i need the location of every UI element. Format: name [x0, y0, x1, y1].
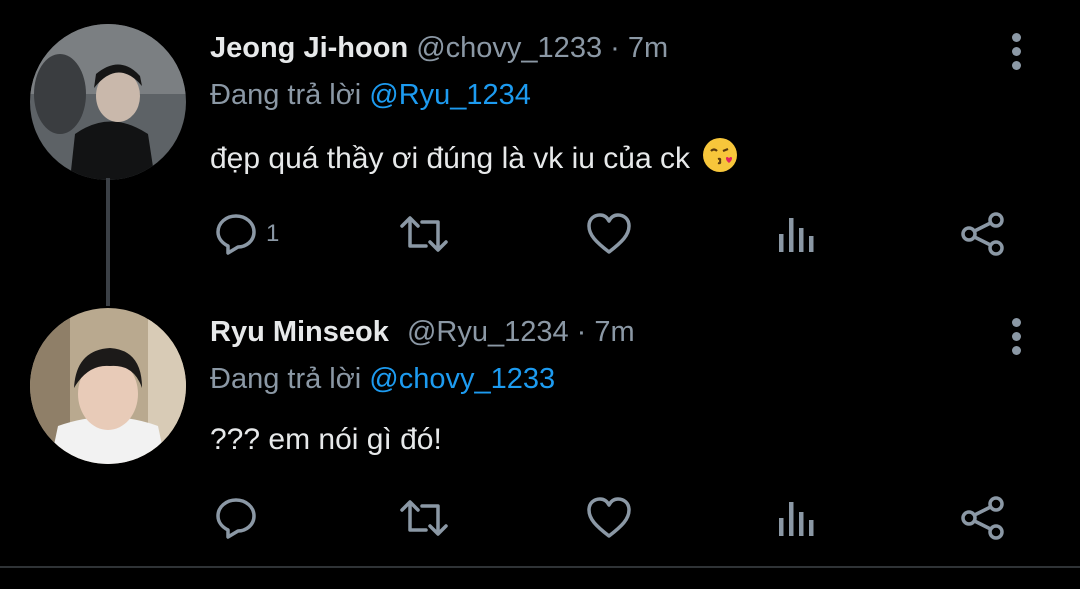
avatar-ryu-minseok[interactable] [30, 308, 186, 464]
more-options-icon[interactable] [1004, 318, 1028, 360]
separator-dot: · [576, 316, 587, 348]
share-icon [961, 212, 1004, 256]
username-handle[interactable]: @chovy_1233 [416, 32, 602, 64]
share-button[interactable] [960, 496, 1006, 540]
like-button[interactable] [586, 496, 632, 540]
like-button[interactable] [586, 212, 632, 256]
display-name[interactable]: Jeong Ji-hoon [210, 32, 408, 64]
replying-to-label: Đang trả lời [210, 363, 362, 395]
tweet-text-content: đẹp quá thầy ơi đúng là vk iu của ck [210, 142, 690, 175]
tweet-text: đẹp quá thầy ơi đúng là vk iu của ck [210, 137, 738, 181]
separator-dot: · [610, 32, 620, 64]
reply-button[interactable] [214, 496, 266, 540]
avatar-jeong-ji-hoon[interactable] [30, 24, 186, 180]
timestamp[interactable]: 7m [594, 316, 634, 348]
analytics-button[interactable] [777, 496, 817, 540]
kiss-emoji [702, 137, 738, 181]
tweet-text: ??? em nói gì đó! [210, 423, 442, 457]
replying-to-label: Đang trả lời [210, 79, 362, 111]
mention-link[interactable]: @chovy_1233 [369, 363, 555, 395]
tweet-header: Ryu Minseok @Ryu_1234 · 7m [210, 316, 635, 349]
display-name[interactable]: Ryu Minseok [210, 316, 389, 348]
thread-connector-line [106, 178, 110, 306]
tweet-text-content: ??? em nói gì đó! [210, 423, 442, 456]
like-icon [587, 213, 631, 254]
analytics-icon [779, 502, 814, 536]
mention-link[interactable]: @Ryu_1234 [369, 79, 531, 111]
reply-count: 1 [266, 220, 280, 247]
analytics-button[interactable] [777, 212, 817, 256]
retweet-icon [400, 500, 448, 536]
analytics-icon [779, 218, 814, 252]
reply-button[interactable]: 1 [214, 212, 279, 256]
more-options-icon[interactable] [1004, 33, 1028, 75]
replying-to: Đang trả lời @chovy_1233 [210, 363, 555, 396]
share-button[interactable] [960, 212, 1006, 256]
reply-icon [216, 498, 256, 539]
retweet-button[interactable] [398, 212, 450, 256]
like-icon [587, 497, 631, 538]
bottom-divider [0, 566, 1080, 568]
retweet-button[interactable] [398, 496, 450, 540]
reply-icon [216, 214, 256, 255]
tweet-header: Jeong Ji-hoon @chovy_1233 · 7m [210, 32, 668, 65]
share-icon [961, 496, 1004, 540]
timestamp[interactable]: 7m [628, 32, 668, 64]
replying-to: Đang trả lời @Ryu_1234 [210, 79, 531, 112]
username-handle[interactable]: @Ryu_1234 [407, 316, 569, 348]
retweet-icon [400, 216, 448, 252]
